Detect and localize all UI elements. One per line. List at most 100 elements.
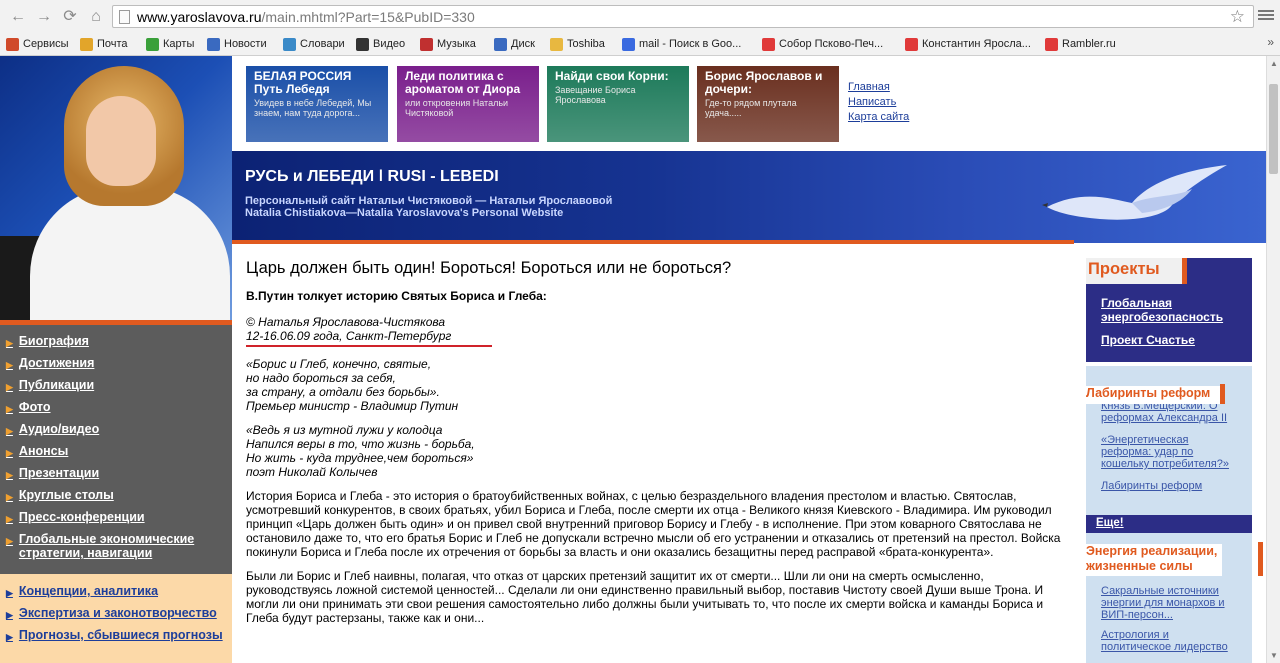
bookmark-label: Константин Яросла...: [922, 38, 1031, 50]
link-sitemap[interactable]: Карта сайта: [848, 110, 909, 125]
bullet-arrow-icon: ▶: [6, 426, 13, 436]
link-home[interactable]: Главная: [848, 80, 909, 95]
link-astrology[interactable]: Астрология и политическое лидерство: [1101, 629, 1241, 653]
bookmark-label: Почта: [97, 38, 128, 50]
bullet-arrow-icon: ▶: [6, 588, 13, 598]
apps-grid-icon: [6, 37, 19, 51]
bookmark-star-icon[interactable]: ☆: [1230, 7, 1245, 27]
banner-subtitle: или откровения Натальи Чистяковой: [405, 98, 509, 118]
left-menu-item[interactable]: ▶ Достижения: [0, 354, 232, 376]
forward-arrow-icon[interactable]: →: [34, 7, 54, 27]
maps-icon: [146, 37, 159, 51]
scroll-up-icon[interactable]: ▲: [1270, 59, 1278, 68]
reload-icon[interactable]: ⟳: [60, 7, 80, 27]
more-button[interactable]: Еще!: [1086, 515, 1252, 533]
banner-title: БЕЛАЯ РОССИЯ Путь Лебедя: [254, 69, 352, 96]
left-menu-item[interactable]: ▶ Пресс-конференции: [0, 508, 232, 530]
quote-line: Но жить - куда труднее,чем бороться»: [246, 451, 474, 465]
article-paragraph: Были ли Борис и Глеб наивны, полагая, чт…: [246, 569, 1044, 625]
scrollbar-thumb[interactable]: [1269, 84, 1278, 174]
bookmark-item[interactable]: mail - Поиск в Goo...: [622, 36, 741, 52]
page-scrollbar[interactable]: ▲ ▼: [1266, 56, 1280, 663]
left-menu-label: Биография: [18, 334, 89, 348]
bookmarks-more-icon[interactable]: »: [1267, 35, 1274, 49]
left-secondary-item[interactable]: ▶ Экспертиза и законотворчество: [0, 604, 232, 626]
home-icon[interactable]: ⌂: [86, 7, 106, 27]
quote-attribution: поэт Николай Колычев: [246, 465, 378, 479]
more-label: Еще!: [1096, 517, 1124, 529]
energy-title: Энергия реализации, жизненные силы: [1086, 544, 1222, 576]
left-menu-item[interactable]: ▶ Аудио/видео: [0, 420, 232, 442]
banner-belaya-rossiya[interactable]: БЕЛАЯ РОССИЯ Путь Лебедя Увидев в небе Л…: [246, 66, 388, 142]
header-divider: [232, 240, 1074, 244]
bookmark-label: Музыка: [437, 38, 476, 50]
swan-logo-icon: [1042, 165, 1227, 220]
left-menu-item[interactable]: ▶ Биография: [0, 332, 232, 354]
bullet-arrow-icon: ▶: [6, 632, 13, 642]
left-menu-item[interactable]: ▶ Презентации: [0, 464, 232, 486]
article: Царь должен быть один! Бороться! Боротьс…: [246, 258, 1072, 635]
video-icon: [356, 37, 369, 51]
left-menu-item[interactable]: ▶ Анонсы: [0, 442, 232, 464]
left-secondary-item[interactable]: ▶ Прогнозы, сбывшиеся прогнозы: [0, 626, 232, 648]
author-underline: [246, 345, 492, 347]
site-header: РУСЬ и ЛЕБЕДИ ǀ RUSI - LEBEDI Персональн…: [232, 151, 1266, 243]
bullet-arrow-icon: ▶: [6, 338, 13, 348]
url-host: www.yaroslavova.ru: [137, 9, 262, 25]
browser-menu-icon[interactable]: [1258, 8, 1274, 24]
project-happiness[interactable]: Проект Счастье: [1101, 333, 1195, 347]
bookmark-item[interactable]: Видео: [356, 36, 405, 52]
link-write[interactable]: Написать: [848, 95, 909, 110]
back-arrow-icon[interactable]: ←: [8, 7, 28, 27]
link-labyrinth-reforms[interactable]: Лабиринты реформ: [1101, 480, 1241, 492]
bookmark-item[interactable]: Новости: [207, 36, 267, 52]
banner-naydi-korni[interactable]: Найди свои Корни: Завещание Бориса Яросл…: [547, 66, 689, 142]
left-menu-item[interactable]: ▶ Фото: [0, 398, 232, 420]
bookmark-item[interactable]: Карты: [146, 36, 194, 52]
quote-kolychev: «Ведь я из мутной лужи у колодца Напился…: [246, 423, 1072, 479]
link-energy-reform[interactable]: «Энергетическая реформа: удар по кошельк…: [1101, 434, 1241, 470]
disk-icon: [494, 37, 507, 51]
left-menu-label: Презентации: [18, 466, 100, 480]
left-menu-label: Анонсы: [18, 444, 69, 458]
bookmark-item[interactable]: Rambler.ru: [1045, 36, 1116, 52]
yandex-icon: [1045, 37, 1058, 51]
labyrinth-title: Лабиринты реформ: [1086, 386, 1222, 404]
left-secondary-item[interactable]: ▶ Концепции, аналитика: [0, 582, 232, 604]
left-menu-label: Достижения: [18, 356, 95, 370]
left-menu-item[interactable]: ▶ Публикации: [0, 376, 232, 398]
banner-boris-yaroslavov[interactable]: Борис Ярославов и дочери: Где-то рядом п…: [697, 66, 839, 142]
article-author: © Наталья Ярославова-Чистякова 12-16.06.…: [246, 315, 1072, 343]
banner-ledi-politika[interactable]: Леди политика с ароматом от Диора или от…: [397, 66, 539, 142]
project-energy-security[interactable]: Глобальная энергобезопасность: [1101, 296, 1252, 324]
dictionary-icon: [283, 37, 296, 51]
yandex-icon: [905, 37, 918, 51]
folder-icon: [550, 37, 563, 51]
bookmark-item[interactable]: Собор Псково-Печ...: [762, 36, 883, 52]
web-page: ▶ Биография ▶ Достижения ▶ Публикации ▶ Фото ▶ Ау…: [0, 56, 1266, 663]
bullet-arrow-icon: ▶: [6, 448, 13, 458]
bookmark-item[interactable]: Диск: [494, 36, 535, 52]
bookmark-label: Словари: [300, 38, 345, 50]
bookmark-item[interactable]: Toshiba: [550, 36, 605, 52]
link-sacral-sources[interactable]: Сакральные источники энергии для монархо…: [1101, 585, 1241, 621]
bookmark-item[interactable]: Музыка: [420, 36, 476, 52]
left-menu-item[interactable]: ▶ Круглые столы: [0, 486, 232, 508]
site-title: РУСЬ и ЛЕБЕДИ ǀ RUSI - LEBEDI: [245, 168, 499, 185]
bookmark-item[interactable]: Почта: [80, 36, 128, 52]
scroll-down-icon[interactable]: ▼: [1270, 651, 1278, 660]
bookmark-label: Диск: [511, 38, 535, 50]
site-subtitle-ru: Персональный сайт Натальи Чистяковой — Н…: [245, 195, 613, 207]
author-date: 12-16.06.09 года, Санкт-Петербург: [246, 329, 452, 343]
left-menu-item[interactable]: ▶ Глобальные экономические стратегии, нав…: [0, 530, 232, 563]
address-url[interactable]: www.yaroslavova.ru/main.mhtml?Part=15&Pu…: [137, 9, 475, 25]
left-secondary-label: Концепции, аналитика: [18, 584, 159, 598]
banner-title: Борис Ярославов и дочери:: [705, 69, 823, 96]
left-secondary-label: Экспертиза и законотворчество: [18, 606, 217, 620]
address-bar[interactable]: www.yaroslavova.ru/main.mhtml?Part=15&Pu…: [112, 5, 1254, 28]
bookmark-item[interactable]: Словари: [283, 36, 345, 52]
bullet-arrow-icon: ▶: [6, 404, 13, 414]
bookmark-item[interactable]: Сервисы: [6, 36, 69, 52]
author-portrait: [0, 56, 232, 322]
bookmark-item[interactable]: Константин Яросла...: [905, 36, 1031, 52]
